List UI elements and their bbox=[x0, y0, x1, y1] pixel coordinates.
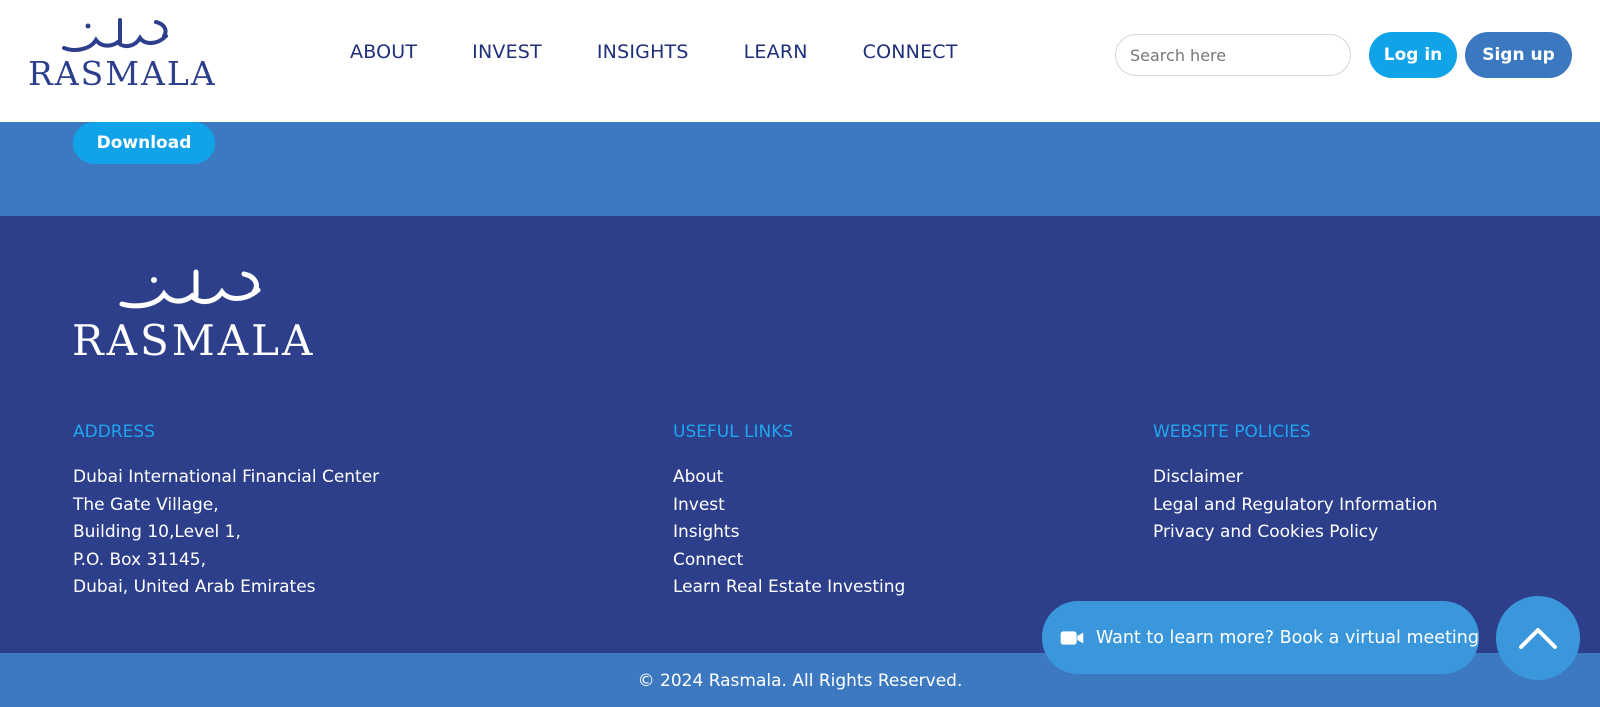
nav-connect[interactable]: CONNECT bbox=[863, 41, 958, 63]
footer-link-legal-regulatory[interactable]: Legal and Regulatory Information bbox=[1153, 492, 1438, 520]
useful-links-title: USEFUL LINKS bbox=[673, 422, 794, 442]
footer-logo-arabic-script-icon bbox=[119, 269, 261, 309]
nav-invest[interactable]: INVEST bbox=[472, 41, 542, 63]
search-input[interactable] bbox=[1115, 34, 1351, 76]
footer-link-insights[interactable]: Insights bbox=[673, 519, 905, 547]
footer-link-connect[interactable]: Connect bbox=[673, 547, 905, 575]
nav-insights[interactable]: INSIGHTS bbox=[597, 41, 689, 63]
nav-about[interactable]: ABOUT bbox=[350, 41, 417, 63]
address-line: Dubai, United Arab Emirates bbox=[73, 577, 316, 597]
useful-links-column: USEFUL LINKS About Invest Insights Conne… bbox=[673, 422, 905, 602]
address-line: Building 10,Level 1, bbox=[73, 522, 241, 542]
logo-arabic-script-icon bbox=[62, 18, 168, 52]
nav-learn[interactable]: LEARN bbox=[744, 41, 808, 63]
site-header: RASMALA ABOUT INVEST INSIGHTS LEARN CONN… bbox=[0, 0, 1600, 122]
footer-link-invest[interactable]: Invest bbox=[673, 492, 905, 520]
login-button[interactable]: Log in bbox=[1369, 32, 1457, 78]
website-policies-column: WEBSITE POLICIES Disclaimer Legal and Re… bbox=[1153, 422, 1438, 547]
main-nav: ABOUT INVEST INSIGHTS LEARN CONNECT bbox=[350, 41, 1013, 63]
book-meeting-label: Want to learn more? Book a virtual meeti… bbox=[1095, 627, 1479, 648]
signup-button[interactable]: Sign up bbox=[1465, 32, 1572, 78]
footer-link-privacy-cookies[interactable]: Privacy and Cookies Policy bbox=[1153, 519, 1438, 547]
footer-link-disclaimer[interactable]: Disclaimer bbox=[1153, 464, 1438, 492]
download-button[interactable]: Download bbox=[73, 122, 215, 164]
footer-logo: RASMALA bbox=[72, 268, 312, 368]
address-line: Dubai International Financial Center bbox=[73, 467, 380, 487]
address-column: ADDRESS Dubai International Financial Ce… bbox=[73, 422, 379, 602]
address-line: P.O. Box 31145, bbox=[73, 549, 206, 570]
footer-link-about[interactable]: About bbox=[673, 464, 905, 492]
video-camera-icon bbox=[1060, 630, 1084, 645]
back-to-top-button[interactable] bbox=[1496, 596, 1580, 680]
site-footer: RASMALA ADDRESS Dubai International Fina… bbox=[0, 216, 1600, 653]
footer-logo-text: RASMALA bbox=[72, 316, 316, 365]
header-logo[interactable]: RASMALA bbox=[28, 16, 215, 96]
header-logo-text: RASMALA bbox=[28, 54, 217, 93]
footer-link-learn-real-estate[interactable]: Learn Real Estate Investing bbox=[673, 574, 905, 602]
address-line: The Gate Village, bbox=[73, 494, 219, 515]
chevron-up-icon bbox=[1519, 628, 1557, 649]
website-policies-title: WEBSITE POLICIES bbox=[1153, 422, 1311, 442]
book-meeting-button[interactable]: Want to learn more? Book a virtual meeti… bbox=[1042, 601, 1479, 674]
copyright-text: © 2024 Rasmala. All Rights Reserved. bbox=[637, 671, 963, 691]
address-title: ADDRESS bbox=[73, 422, 155, 442]
download-band: Download bbox=[0, 122, 1600, 216]
